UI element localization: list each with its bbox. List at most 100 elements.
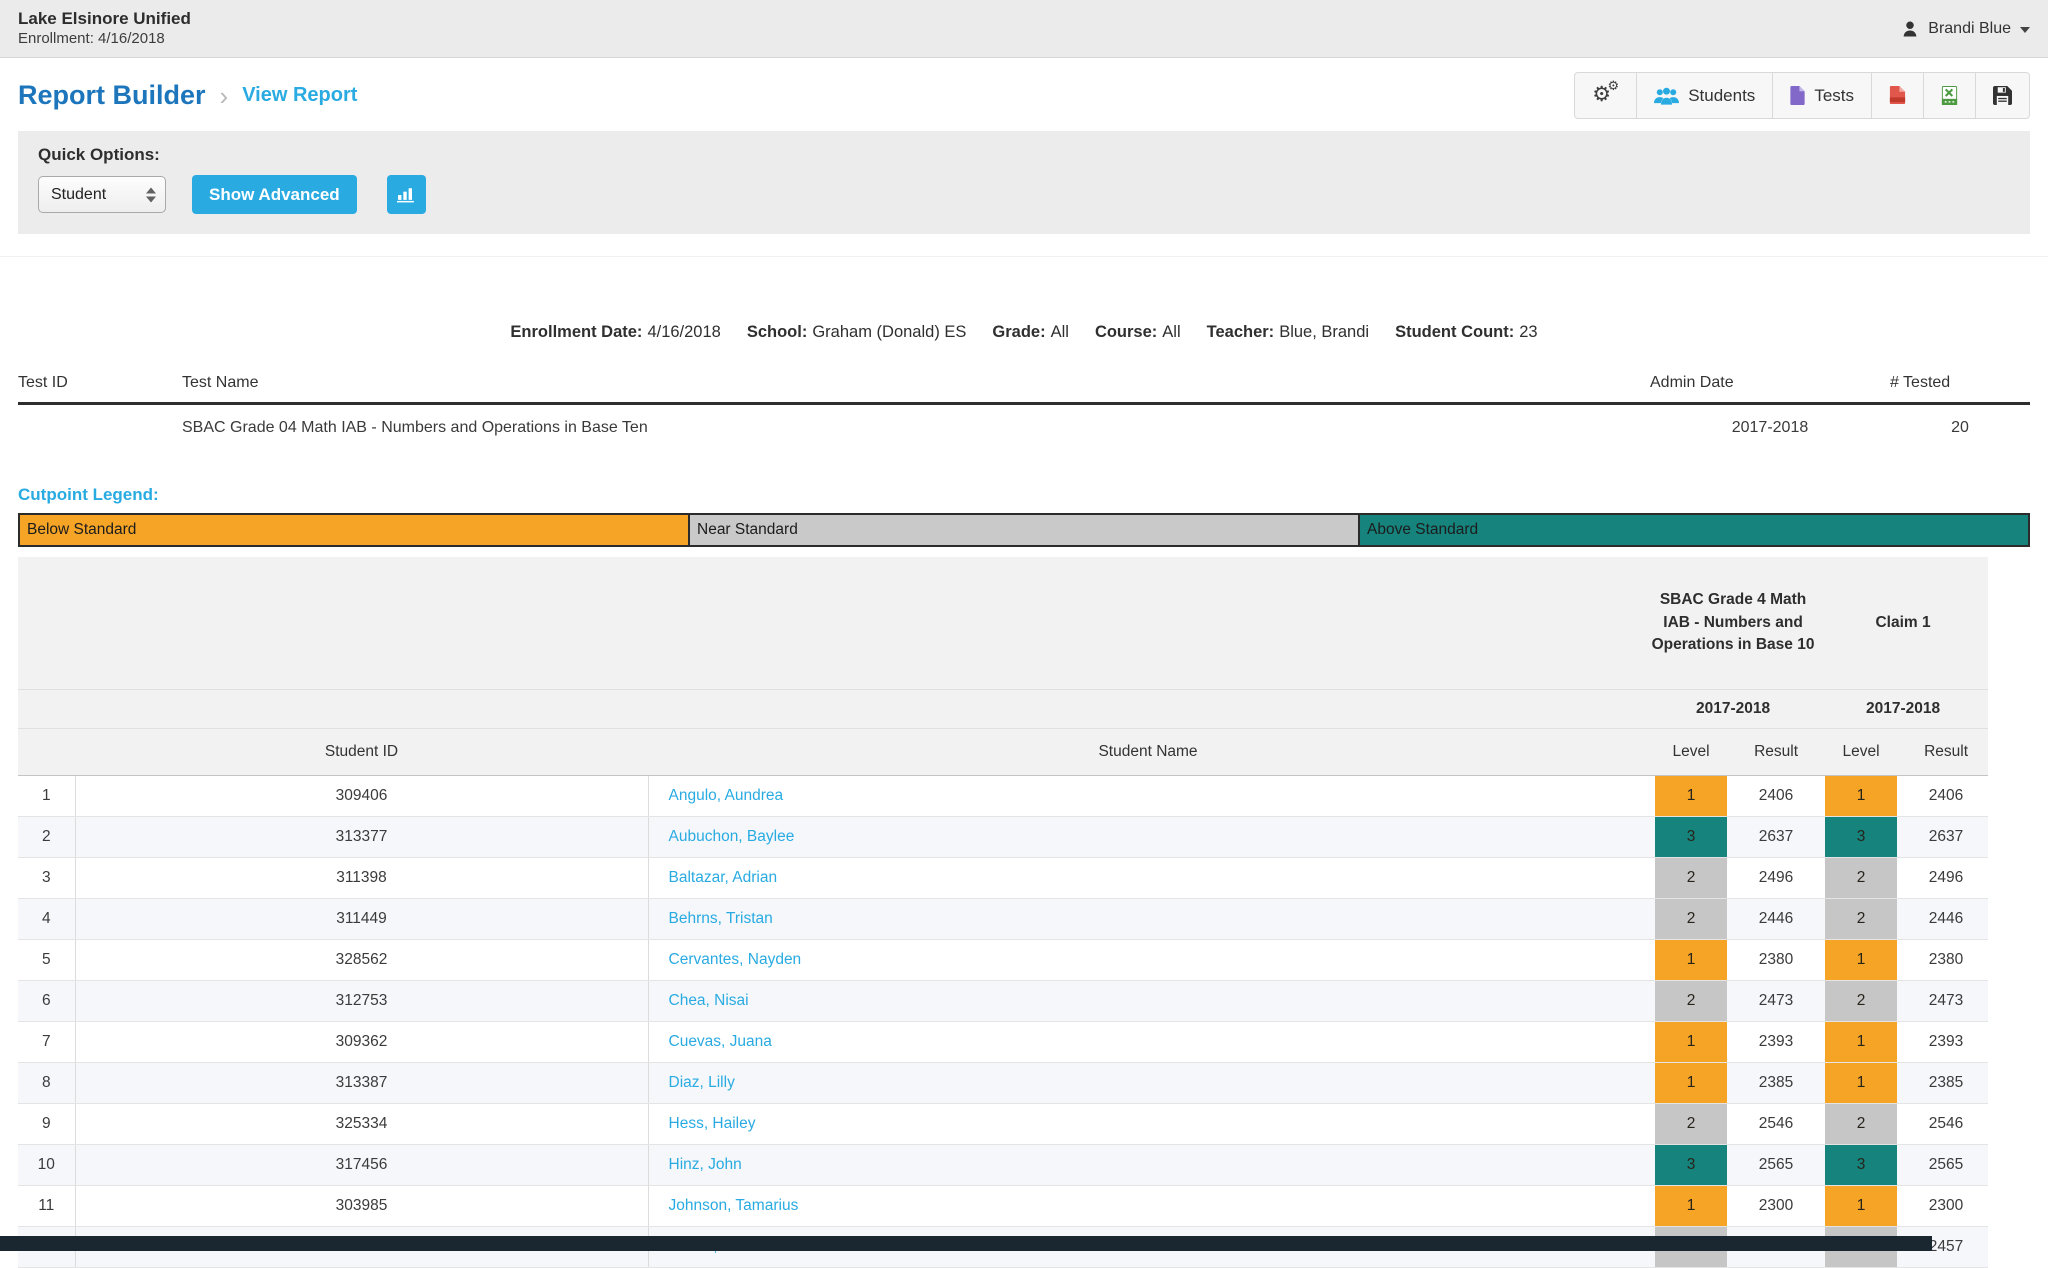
level-cell: 3 bbox=[1648, 817, 1734, 858]
report-info-field: Student Count:23 bbox=[1395, 323, 1538, 341]
save-icon bbox=[1993, 86, 2012, 105]
student-name-cell: Aubuchon, Baylee bbox=[648, 817, 1648, 858]
student-name-link[interactable]: Cuevas, Juana bbox=[669, 1033, 772, 1050]
export-excel-button[interactable] bbox=[1923, 72, 1976, 119]
level-badge: 2 bbox=[1655, 858, 1727, 898]
col-student-id: Student ID bbox=[75, 729, 648, 776]
user-icon bbox=[1901, 20, 1919, 38]
caret-down-icon bbox=[2020, 27, 2030, 33]
horizontal-scrollbar[interactable] bbox=[0, 1236, 1932, 1251]
student-name-link[interactable]: Hinz, John bbox=[669, 1156, 742, 1173]
row-number: 10 bbox=[18, 1145, 75, 1186]
breadcrumb-view-report[interactable]: View Report bbox=[242, 84, 357, 107]
student-id-cell: 311398 bbox=[75, 858, 648, 899]
claim-group-header: Claim 1 bbox=[1819, 612, 1987, 634]
level-badge: 1 bbox=[1655, 1022, 1727, 1062]
col-result-2: Result bbox=[1904, 729, 1988, 776]
user-menu[interactable]: Brandi Blue bbox=[1901, 20, 2030, 38]
student-row: 8313387Diaz, Lilly1238512385 bbox=[18, 1063, 1988, 1104]
student-id-cell: 309406 bbox=[75, 776, 648, 817]
level-cell: 1 bbox=[1648, 1063, 1734, 1104]
test-name-cell: SBAC Grade 04 Math IAB - Numbers and Ope… bbox=[182, 404, 1650, 454]
result-cell: 2565 bbox=[1734, 1145, 1818, 1186]
level-cell: 2 bbox=[1648, 981, 1734, 1022]
save-report-button[interactable] bbox=[1975, 72, 2030, 119]
result-cell: 2406 bbox=[1904, 776, 1988, 817]
level-badge: 1 bbox=[1825, 1022, 1897, 1062]
row-number: 8 bbox=[18, 1063, 75, 1104]
quick-options-label: Quick Options: bbox=[38, 145, 2010, 165]
student-name-cell: Diaz, Lilly bbox=[648, 1063, 1648, 1104]
level-badge: 3 bbox=[1655, 817, 1727, 857]
admin-date-cell: 2017-2018 bbox=[1650, 404, 1890, 454]
show-advanced-button[interactable]: Show Advanced bbox=[192, 175, 357, 214]
level-cell: 3 bbox=[1818, 1145, 1904, 1186]
tests-button-label: Tests bbox=[1814, 86, 1854, 106]
level-badge: 1 bbox=[1825, 940, 1897, 980]
cutpoint-legend-bar: Below StandardNear StandardAbove Standar… bbox=[18, 513, 2030, 547]
student-row: 5328562Cervantes, Nayden1238012380 bbox=[18, 940, 1988, 981]
student-row: 11303985Johnson, Tamarius1230012300 bbox=[18, 1186, 1988, 1227]
level-cell: 2 bbox=[1648, 1104, 1734, 1145]
enrollment-date-subtitle: Enrollment: 4/16/2018 bbox=[18, 30, 191, 49]
student-name-link[interactable]: Johnson, Tamarius bbox=[669, 1197, 799, 1214]
student-row: 10317456Hinz, John3256532565 bbox=[18, 1145, 1988, 1186]
report-info-field: Teacher:Blue, Brandi bbox=[1207, 323, 1369, 341]
year-header-row: 2017-2018 2017-2018 bbox=[18, 690, 1988, 729]
chart-view-button[interactable] bbox=[387, 175, 426, 214]
test-group-year: 2017-2018 bbox=[1648, 690, 1818, 729]
page-header: Report Builder › View Report ⚙⚙ Students… bbox=[0, 58, 2048, 131]
breadcrumb: Report Builder › View Report bbox=[18, 80, 357, 111]
student-name-link[interactable]: Baltazar, Adrian bbox=[669, 869, 778, 886]
report-info-field: Course:All bbox=[1095, 323, 1181, 341]
row-number: 4 bbox=[18, 899, 75, 940]
student-name-link[interactable]: Chea, Nisai bbox=[669, 992, 749, 1009]
student-name-cell: Angulo, Aundrea bbox=[648, 776, 1648, 817]
col-student-name: Student Name bbox=[648, 729, 1648, 776]
student-name-link[interactable]: Behrns, Tristan bbox=[669, 910, 773, 927]
student-name-cell: Baltazar, Adrian bbox=[648, 858, 1648, 899]
results-table-body: 1309406Angulo, Aundrea12406124062313377A… bbox=[18, 776, 1988, 1268]
student-name-link[interactable]: Aubuchon, Baylee bbox=[669, 828, 795, 845]
quick-options-panel: Quick Options: Student Show Advanced bbox=[18, 131, 2030, 234]
column-header-row: Student ID Student Name Level Result Lev… bbox=[18, 729, 1988, 776]
student-row: 3311398Baltazar, Adrian2249622496 bbox=[18, 858, 1988, 899]
select-stepper-icon bbox=[146, 187, 156, 202]
student-name-link[interactable]: Diaz, Lilly bbox=[669, 1074, 735, 1091]
level-cell: 2 bbox=[1818, 1104, 1904, 1145]
tests-header-num-tested: # Tested bbox=[1890, 366, 2030, 404]
students-button[interactable]: Students bbox=[1636, 72, 1773, 119]
quick-options-select[interactable]: Student bbox=[38, 176, 166, 213]
report-toolbar: ⚙⚙ Students Tests bbox=[1574, 72, 2030, 119]
level-cell: 1 bbox=[1648, 940, 1734, 981]
level-cell: 2 bbox=[1818, 858, 1904, 899]
group-header-row: SBAC Grade 4 Math IAB - Numbers and Oper… bbox=[18, 557, 1988, 690]
level-badge: 3 bbox=[1825, 817, 1897, 857]
student-id-cell: 313377 bbox=[75, 817, 648, 858]
student-name-link[interactable]: Cervantes, Nayden bbox=[669, 951, 802, 968]
result-cell: 2546 bbox=[1904, 1104, 1988, 1145]
row-number: 3 bbox=[18, 858, 75, 899]
test-id-cell bbox=[18, 404, 182, 454]
row-number: 2 bbox=[18, 817, 75, 858]
report-settings-button[interactable]: ⚙⚙ bbox=[1574, 72, 1637, 119]
result-cell: 2393 bbox=[1734, 1022, 1818, 1063]
level-badge: 2 bbox=[1825, 981, 1897, 1021]
result-cell: 2380 bbox=[1734, 940, 1818, 981]
student-name-link[interactable]: Hess, Hailey bbox=[669, 1115, 756, 1132]
top-bar: Lake Elsinore Unified Enrollment: 4/16/2… bbox=[0, 0, 2048, 58]
student-name-link[interactable]: Angulo, Aundrea bbox=[669, 787, 784, 804]
result-cell: 2406 bbox=[1734, 776, 1818, 817]
level-badge: 1 bbox=[1655, 940, 1727, 980]
tests-button[interactable]: Tests bbox=[1772, 72, 1872, 119]
result-cell: 2637 bbox=[1734, 817, 1818, 858]
tests-header-test-name: Test Name bbox=[182, 366, 1650, 404]
report-info-field: School:Graham (Donald) ES bbox=[747, 323, 967, 341]
students-button-label: Students bbox=[1688, 86, 1755, 106]
result-cell: 2565 bbox=[1904, 1145, 1988, 1186]
tests-header-row: Test ID Test Name Admin Date # Tested bbox=[18, 366, 2030, 404]
export-pdf-button[interactable] bbox=[1871, 72, 1924, 119]
result-cell: 2546 bbox=[1734, 1104, 1818, 1145]
student-id-cell: 317456 bbox=[75, 1145, 648, 1186]
breadcrumb-report-builder[interactable]: Report Builder bbox=[18, 80, 206, 111]
